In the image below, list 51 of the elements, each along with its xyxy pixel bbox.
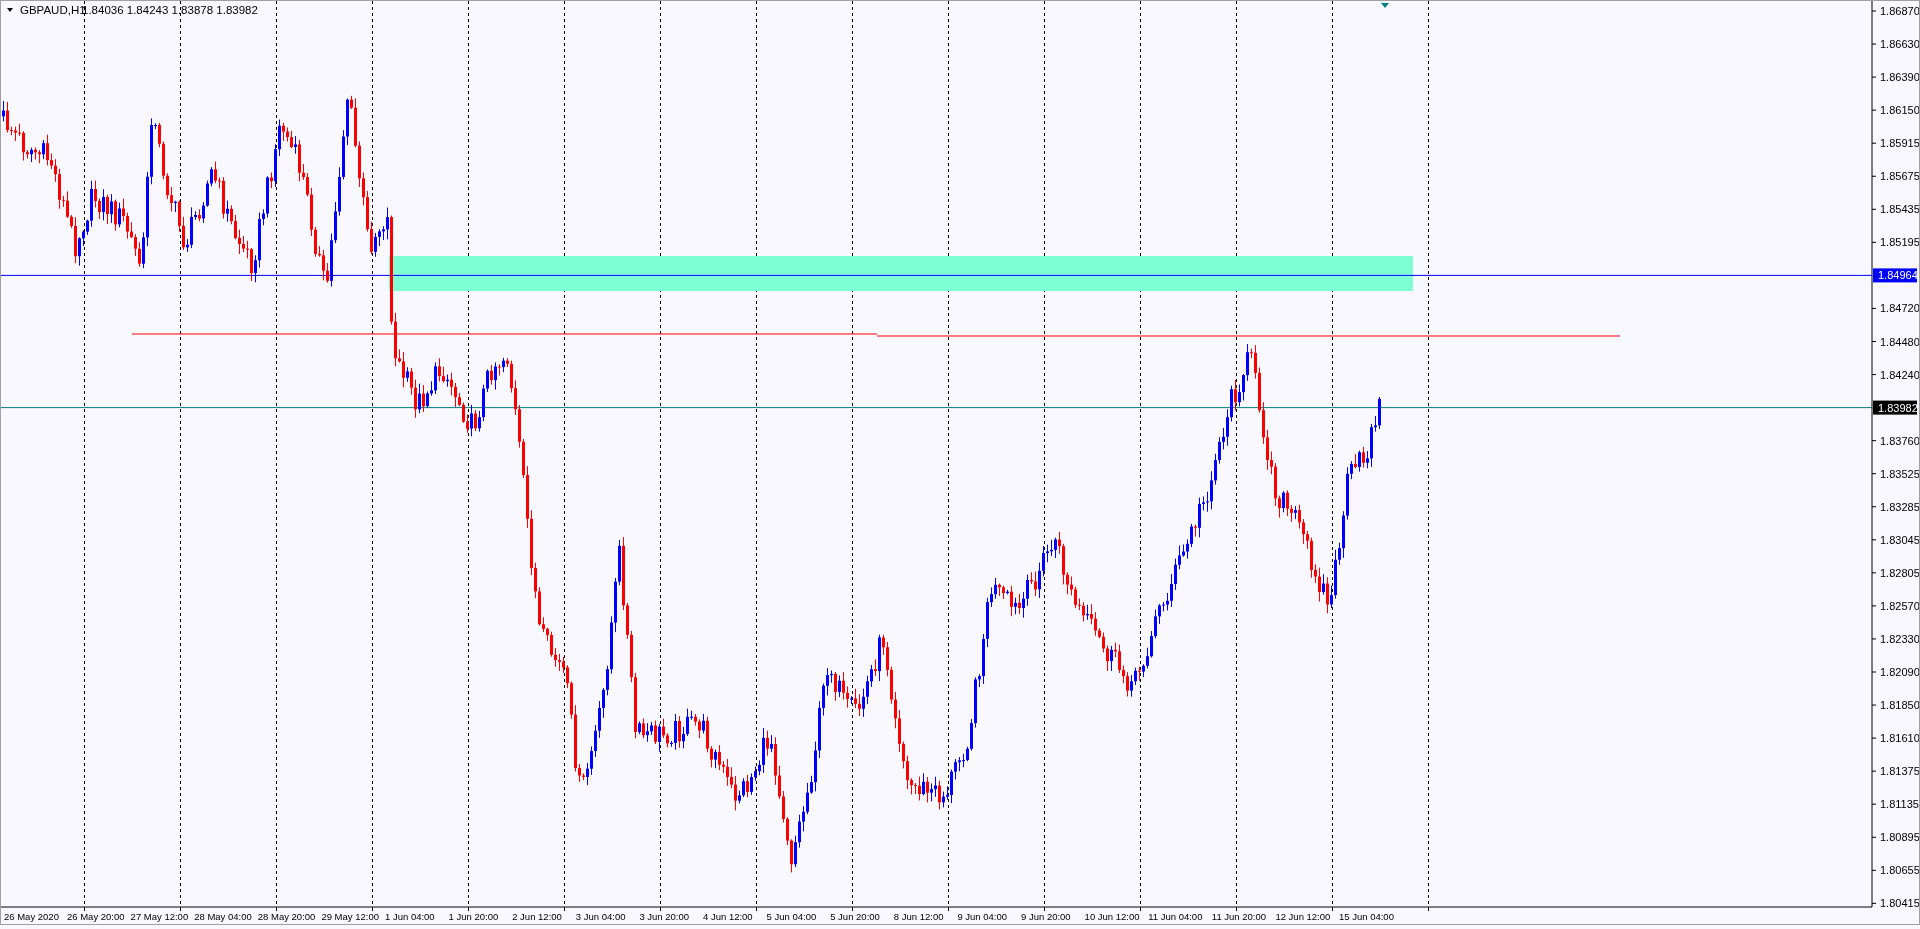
time-label: 11 Jun 20:00: [1211, 911, 1267, 922]
price-label: 1.86150: [1880, 104, 1919, 117]
time-label: 12 Jun 12:00: [1275, 911, 1331, 922]
price-label: 1.80655: [1880, 864, 1919, 877]
price-label: 1.82330: [1880, 632, 1919, 645]
time-label: 5 Jun 04:00: [766, 911, 817, 922]
price-label: 1.82805: [1880, 566, 1919, 579]
time-label: 2 Jun 12:00: [512, 911, 562, 922]
price-label: 1.83525: [1880, 467, 1919, 480]
price-label: 1.80415: [1880, 897, 1919, 910]
time-label: 28 May 20:00: [257, 911, 316, 922]
ohlc-values: 1.84036 1.84243 1.83878 1.83982: [82, 4, 258, 16]
time-label: 1 Jun 04:00: [385, 911, 435, 922]
time-label: 26 May 2020: [4, 911, 59, 922]
time-label: 1 Jun 20:00: [448, 911, 499, 922]
price-label: 1.86630: [1880, 38, 1919, 51]
time-label: 4 Jun 12:00: [703, 911, 753, 922]
time-label: 29 May 12:00: [321, 911, 379, 922]
price-label: 1.82570: [1880, 599, 1919, 612]
price-label: 1.80895: [1880, 831, 1919, 844]
price-label: 1.86390: [1880, 71, 1919, 84]
price-label: 1.84720: [1880, 302, 1919, 315]
time-label: 3 Jun 04:00: [575, 911, 626, 922]
time-label: 8 Jun 12:00: [893, 911, 944, 922]
price-label: 1.85195: [1880, 236, 1919, 249]
price-label: 1.81610: [1880, 732, 1919, 745]
price-label: 1.86870: [1880, 5, 1919, 17]
time-label: 10 Jun 12:00: [1084, 911, 1140, 922]
price-label: 1.81850: [1880, 699, 1919, 712]
price-label: 1.81135: [1880, 798, 1919, 811]
time-label: 26 May 20:00: [67, 911, 125, 922]
price-label: 1.82090: [1880, 666, 1919, 678]
time-label: 9 Jun 20:00: [1021, 911, 1071, 922]
price-label: 1.81375: [1880, 765, 1919, 778]
time-label: 27 May 12:00: [130, 911, 189, 922]
price-label: 1.84240: [1880, 368, 1919, 381]
dropdown-icon[interactable]: [7, 8, 13, 12]
price-label: 1.85915: [1880, 137, 1919, 150]
time-label: 11 Jun 04:00: [1148, 911, 1203, 922]
price-label: 1.85675: [1880, 170, 1919, 183]
time-label: 3 Jun 20:00: [639, 911, 690, 922]
price-label: 1.84480: [1880, 335, 1919, 348]
time-label: 28 May 04:00: [194, 911, 252, 922]
price-label: 1.85435: [1880, 203, 1919, 216]
price-label: 1.83760: [1880, 434, 1919, 447]
time-label: 15 Jun 04:00: [1339, 911, 1394, 922]
time-label: 9 Jun 04:00: [957, 911, 1008, 922]
time-label: 5 Jun 20:00: [830, 911, 880, 922]
marker-icon: [1381, 3, 1389, 8]
price-label: 1.83285: [1880, 500, 1919, 513]
price-label: 1.83045: [1880, 533, 1919, 546]
